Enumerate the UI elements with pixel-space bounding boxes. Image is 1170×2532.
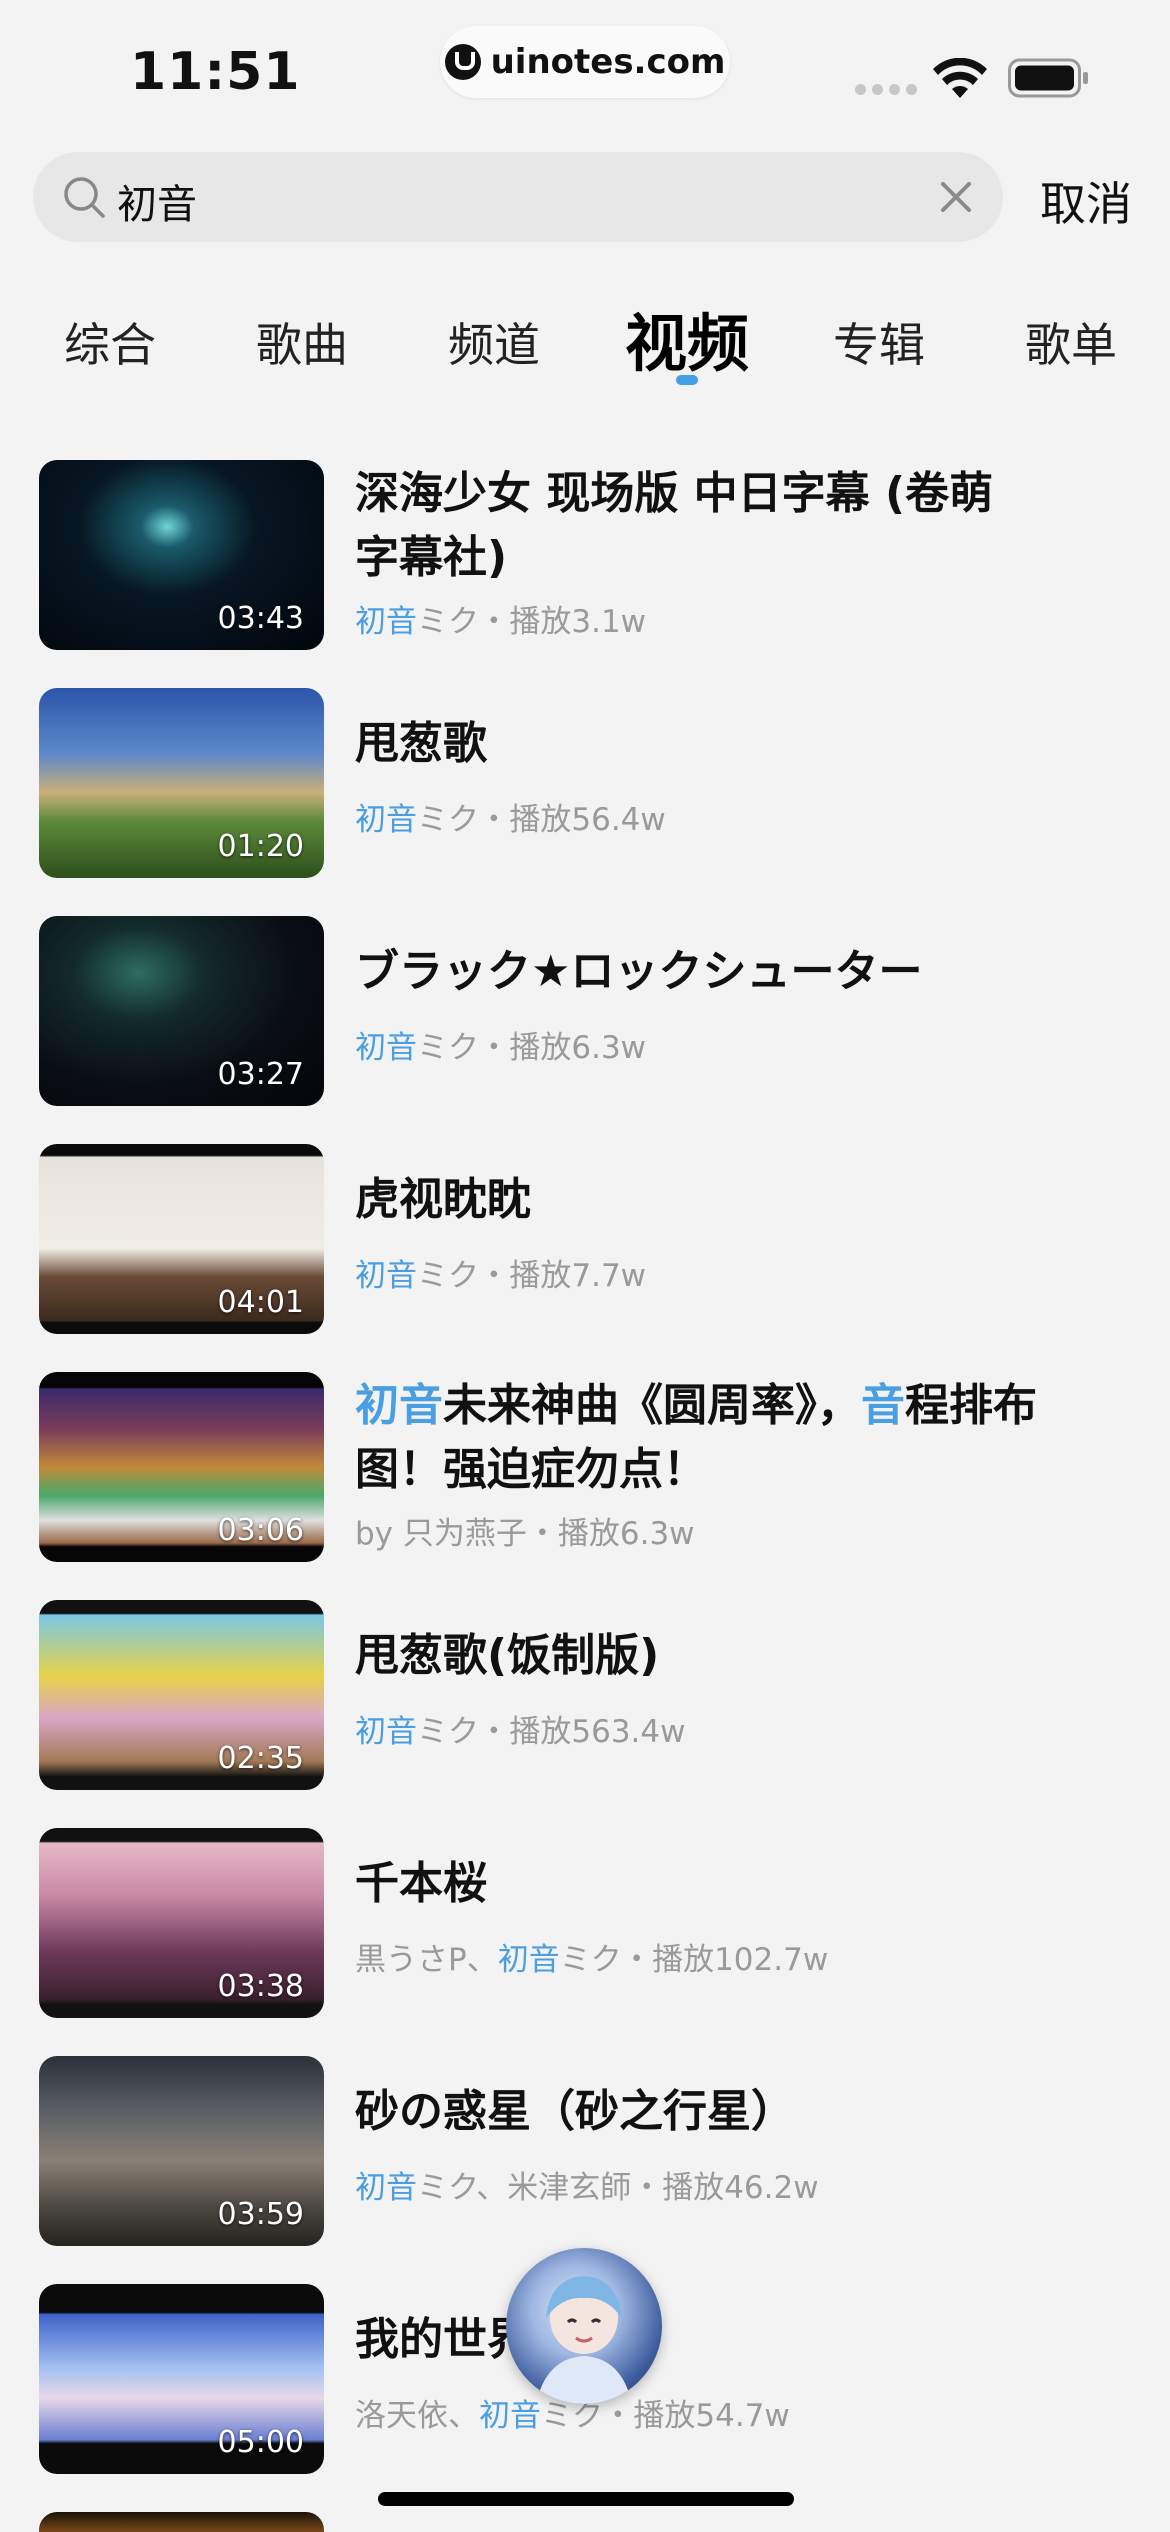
video-thumbnail: 03:43	[39, 460, 324, 650]
video-duration: 03:59	[217, 2197, 304, 2232]
category-tabs: 综合 歌曲 频道 视频 专辑 歌单	[0, 285, 1170, 395]
video-list-item[interactable]: 03:43 深海少女 现场版 中日字幕 (卷萌 字幕社) 初音ミク・播放3.1w	[39, 460, 1139, 650]
tab-albums[interactable]: 专辑	[833, 309, 925, 375]
video-duration: 03:06	[217, 1513, 304, 1548]
video-meta: 初音ミク・播放563.4w	[355, 1714, 686, 1750]
video-title: 甩葱歌	[355, 718, 487, 769]
clear-search-icon[interactable]	[935, 176, 977, 218]
site-logo-icon	[444, 44, 481, 80]
status-time: 11:51	[130, 42, 301, 102]
video-title: 砂の惑星（砂之行星）	[355, 2086, 795, 2137]
video-meta: 初音ミク・播放3.1w	[355, 604, 647, 640]
video-title: 深海少女 现场版 中日字幕 (卷萌 字幕社)	[355, 468, 994, 583]
video-thumbnail: 02:35	[39, 1600, 324, 1790]
video-title: 虎视眈眈	[355, 1174, 531, 1225]
video-list-item[interactable]: 03:59 砂の惑星（砂之行星） 初音ミク、米津玄師・播放46.2w	[39, 2056, 1139, 2246]
search-input[interactable]: 初音	[117, 172, 197, 230]
search-icon	[64, 177, 105, 218]
video-list-item[interactable]: 01:20 甩葱歌 初音ミク・播放56.4w	[39, 688, 1139, 878]
video-list-item[interactable]: 03:06 初音未来神曲《圆周率》，音程排布 图！强迫症勿点！ by 只为燕子・…	[39, 1372, 1139, 1562]
wifi-icon	[933, 58, 987, 98]
video-meta: 初音ミク・播放7.7w	[355, 1258, 647, 1294]
video-meta: by 只为燕子・播放6.3w	[355, 1516, 695, 1552]
status-bar: 11:51 uinotes.com	[0, 0, 1170, 140]
video-duration: 02:35	[217, 1741, 304, 1776]
video-meta: 初音ミク・播放6.3w	[355, 1030, 647, 1066]
video-duration: 05:00	[217, 2425, 304, 2460]
video-thumbnail: 03:27	[39, 916, 324, 1106]
video-meta: 初音ミク・播放56.4w	[355, 802, 666, 838]
url-text: uinotes.com	[490, 42, 726, 82]
video-thumbnail: 03:59	[39, 2056, 324, 2246]
video-duration: 01:20	[217, 829, 304, 864]
video-title: 千本桜	[355, 1858, 487, 1909]
video-meta: 黒うさP、初音ミク・播放102.7w	[355, 1942, 829, 1978]
search-box[interactable]: 初音	[33, 152, 1003, 242]
video-duration: 03:27	[217, 1057, 304, 1092]
battery-icon	[1008, 58, 1088, 98]
video-thumbnail: 03:38	[39, 1828, 324, 2018]
tab-videos[interactable]: 视频	[625, 293, 749, 383]
video-duration: 03:38	[217, 1969, 304, 2004]
tab-playlists[interactable]: 歌单	[1025, 309, 1117, 375]
cancel-button[interactable]: 取消	[1040, 168, 1132, 234]
video-list-item[interactable]: 03:38 千本桜 黒うさP、初音ミク・播放102.7w	[39, 1828, 1139, 2018]
video-title: 我的世界	[355, 2314, 531, 2365]
video-thumbnail: 03:06	[39, 1372, 324, 1562]
video-list-item[interactable]: 03:27 ブラック★ロックシューター 初音ミク・播放6.3w	[39, 916, 1139, 1106]
video-list-item[interactable]: 04:01 虎视眈眈 初音ミク・播放7.7w	[39, 1144, 1139, 1334]
video-duration: 03:43	[217, 601, 304, 636]
url-pill[interactable]: uinotes.com	[440, 26, 730, 98]
tab-channels[interactable]: 频道	[448, 309, 540, 375]
video-thumbnail	[39, 2512, 324, 2532]
video-thumbnail: 05:00	[39, 2284, 324, 2474]
avatar-character-icon	[536, 2276, 632, 2404]
active-tab-indicator	[676, 375, 698, 385]
tab-general[interactable]: 综合	[64, 309, 156, 375]
video-list-item[interactable]: 02:35 甩葱歌(饭制版) 初音ミク・播放563.4w	[39, 1600, 1139, 1790]
video-list-item[interactable]	[39, 2512, 1139, 2532]
video-thumbnail: 01:20	[39, 688, 324, 878]
video-title: 甩葱歌(饭制版)	[355, 1630, 660, 1681]
cellular-signal-icon	[855, 84, 917, 95]
tab-songs[interactable]: 歌曲	[256, 309, 348, 375]
video-title: 初音未来神曲《圆周率》，音程排布 图！强迫症勿点！	[355, 1380, 1037, 1495]
floating-player-avatar[interactable]	[506, 2248, 662, 2404]
video-meta: 初音ミク、米津玄師・播放46.2w	[355, 2170, 819, 2206]
video-duration: 04:01	[217, 1285, 304, 1320]
home-indicator[interactable]	[378, 2492, 794, 2506]
video-title: ブラック★ロックシューター	[355, 946, 923, 997]
video-thumbnail: 04:01	[39, 1144, 324, 1334]
